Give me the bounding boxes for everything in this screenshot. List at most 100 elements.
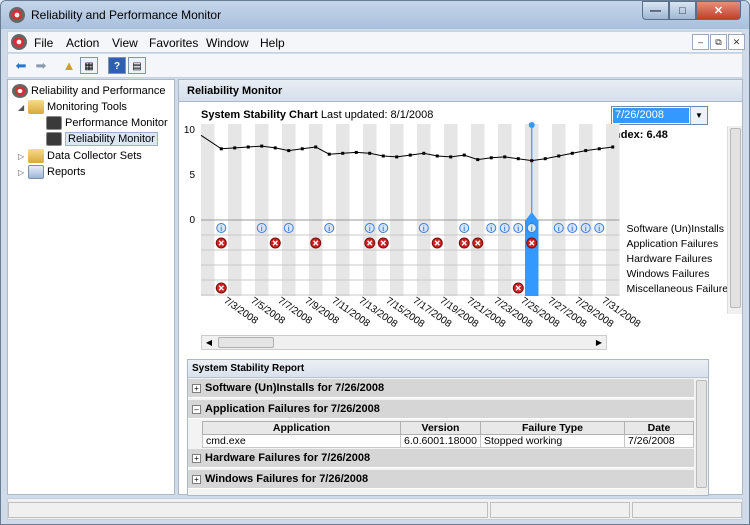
index-point [246,145,250,149]
column-header-version[interactable]: Version [400,421,481,435]
scroll-left-icon[interactable]: ◀ [202,336,216,349]
tree-item-reliability-monitor[interactable]: Reliability Monitor [46,131,158,147]
tree-item-reports[interactable]: Reports [28,164,86,180]
performance-monitor-icon [46,116,62,130]
info-event-icon: i [364,223,375,233]
report-vertical-scrollbar[interactable] [695,378,708,495]
date-dropdown[interactable]: 7/26/2008 ▼ [611,106,708,125]
chart-title-label: System Stability Chart [201,109,318,121]
stability-chart[interactable]: 10 5 0 i i i i i i i i i i i i i i i i Software (Un)Install… [179,122,733,334]
day-column [363,124,377,296]
day-column [390,124,404,296]
index-point [395,155,399,159]
show-hide-tree-icon[interactable]: ▦ [80,57,98,74]
info-icon-glyph: i [261,226,263,233]
properties-icon[interactable]: ▤ [128,57,146,74]
maximize-button[interactable]: □ [669,1,696,20]
day-column [552,124,566,296]
day-column [336,124,350,296]
tree-item-monitoring-tools[interactable]: Monitoring Tools [28,99,127,115]
help-icon[interactable]: ? [108,57,126,74]
info-icon-glyph: i [328,226,330,233]
error-event-icon [310,237,322,249]
column-header-failure-type[interactable]: Failure Type [480,421,625,435]
menu-file[interactable]: File [34,36,53,50]
tree-item-root[interactable]: Reliability and Performance [12,83,166,99]
section-label: Windows Failures for 7/26/2008 [205,473,369,485]
tree-label-monitoring-tools: Monitoring Tools [47,101,127,113]
reliability-monitor-pane: Reliability Monitor System Stability Cha… [178,79,743,496]
scrollbar-thumb[interactable] [218,337,274,348]
report-header: System Stability Report [188,360,708,378]
expand-icon[interactable]: ▷ [18,168,24,177]
cell-failure-type: Stopped working [480,434,625,448]
index-point [273,146,277,150]
chart-horizontal-scrollbar[interactable]: ◀ ▶ [201,335,607,350]
title-bar[interactable]: Reliability and Performance Monitor — □ … [1,1,749,29]
menu-view[interactable]: View [112,36,138,50]
up-folder-icon[interactable]: ▲ [60,57,78,74]
mdi-minimize-button[interactable]: – [692,34,709,50]
section-software-installs[interactable]: + Software (Un)Installs for 7/26/2008 [188,379,694,398]
index-point [449,155,453,159]
expand-icon[interactable]: + [192,383,201,393]
mdi-restore-button[interactable]: ⧉ [710,34,727,50]
last-updated-label: Last updated: 8/1/2008 [320,109,434,121]
status-bar [7,498,743,520]
day-column [498,124,512,296]
tree-item-data-collector-sets[interactable]: Data Collector Sets [28,148,142,164]
menu-action[interactable]: Action [66,36,99,50]
info-icon-glyph: i [288,226,290,233]
menu-favorites[interactable]: Favorites [149,36,198,50]
cell-version: 6.0.6001.18000 [400,434,481,448]
status-pane [632,502,742,518]
tree-label-reports: Reports [47,166,86,178]
toolbar: ⬅ ➡ ▲ ▦ ? ▤ [7,54,743,78]
y-tick-label: 5 [189,170,195,181]
chart-vertical-scrollbar[interactable] [727,126,742,314]
section-windows-failures[interactable]: + Windows Failures for 7/26/2008 [188,470,694,489]
day-column [444,124,458,296]
menu-window[interactable]: Window [206,36,249,50]
day-column [471,124,485,296]
scrollbar-thumb[interactable] [730,128,741,308]
status-pane [490,502,630,518]
mdi-close-button[interactable]: ✕ [728,34,745,50]
collapse-icon[interactable]: – [192,404,201,414]
day-column [457,124,471,296]
tree-item-performance-monitor[interactable]: Performance Monitor [46,115,168,131]
expand-icon[interactable]: ▷ [18,152,24,161]
category-row-label: Windows Failures [627,268,710,280]
scroll-right-icon[interactable]: ▶ [592,336,606,349]
expand-icon[interactable]: + [192,453,201,463]
scrollbar-thumb[interactable] [696,380,707,488]
column-header-date[interactable]: Date [624,421,694,435]
minimize-button[interactable]: — [642,1,669,20]
y-tick-label: 10 [184,125,196,136]
tree-label-reliability-monitor: Reliability Monitor [65,132,158,146]
section-application-failures[interactable]: – Application Failures for 7/26/2008 [188,400,694,419]
error-event-icon [431,237,443,249]
index-point [368,151,372,155]
section-hardware-failures[interactable]: + Hardware Failures for 7/26/2008 [188,449,694,468]
back-icon[interactable]: ⬅ [12,57,30,74]
index-point [287,149,291,153]
chevron-down-icon[interactable]: ▼ [690,107,707,124]
navigation-tree: Reliability and Performance ◢ Monitoring… [7,79,175,495]
expand-icon[interactable]: + [192,474,201,484]
info-event-icon: i [499,223,510,233]
info-event-icon: i [378,223,389,233]
category-row-label: Hardware Failures [627,253,713,265]
info-event-icon: i [324,223,335,233]
collapse-icon[interactable]: ◢ [18,103,24,112]
system-menu-icon[interactable] [11,34,27,50]
forward-icon[interactable]: ➡ [32,57,50,74]
menu-help[interactable]: Help [260,36,285,50]
day-column [565,124,579,296]
close-button[interactable]: ✕ [696,1,741,20]
index-point [260,144,264,148]
table-row[interactable]: cmd.exe 6.0.6001.18000 Stopped working 7… [202,434,694,448]
day-column [484,124,498,296]
column-header-application[interactable]: Application [202,421,401,435]
pane-header: Reliability Monitor [179,80,742,102]
